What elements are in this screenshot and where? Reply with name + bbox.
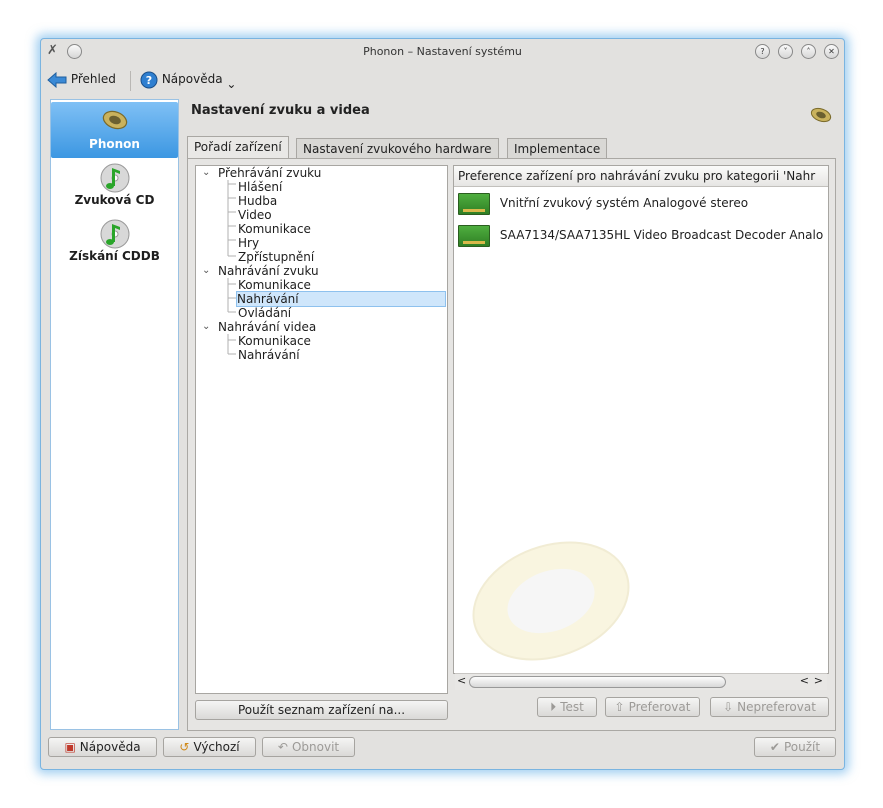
unprefer-button[interactable]: ⇩ Nepreferovat bbox=[710, 697, 829, 717]
sidebar-item-cddb[interactable]: Získání CDDB bbox=[51, 218, 178, 268]
category-sidebar: Phonon Zvuková CD Získání CDDB bbox=[50, 99, 179, 730]
undo-icon: ↶ bbox=[277, 740, 288, 754]
speaker-icon bbox=[102, 110, 127, 130]
defaults-button[interactable]: ↺ Výchozí bbox=[163, 737, 256, 757]
page-title: Nastavení zvuku a videa bbox=[191, 103, 370, 118]
help-button[interactable]: ▣ Nápověda bbox=[48, 737, 157, 757]
check-icon: ✔ bbox=[769, 740, 780, 754]
reset-button[interactable]: ↶ Obnovit bbox=[262, 737, 355, 757]
test-button[interactable]: ⏵ Test bbox=[537, 697, 597, 717]
help-icon: ▣ bbox=[64, 740, 76, 754]
reset-icon: ↺ bbox=[179, 740, 190, 754]
chevron-down-icon: ⌄ bbox=[226, 77, 237, 91]
horizontal-scrollbar[interactable]: < < > bbox=[455, 673, 827, 690]
device-label: SAA7134/SAA7135HL Video Broadcast Decode… bbox=[499, 228, 824, 242]
help-menu-button[interactable]: ? Nápověda ⌄ bbox=[140, 69, 237, 91]
speaker-icon bbox=[810, 107, 832, 123]
scroll-left-icon[interactable]: < bbox=[457, 674, 466, 687]
toolbar: Přehled ? Nápověda ⌄ bbox=[41, 65, 844, 95]
toolbar-separator bbox=[130, 71, 131, 91]
sound-card-icon bbox=[458, 192, 490, 215]
arrow-up-icon: ⇧ bbox=[614, 700, 625, 714]
play-icon: ⏵ bbox=[550, 700, 557, 714]
scroll-left-icon[interactable]: < bbox=[800, 674, 809, 687]
title-bar: ✗ Phonon – Nastavení systému ? ˅ ˄ ✕ bbox=[41, 39, 844, 63]
overview-label: Přehled bbox=[70, 72, 116, 86]
category-tree[interactable]: ⌄ Přehrávání zvuku Hlášení Hudba Video K… bbox=[195, 165, 448, 694]
music-cd-icon bbox=[100, 163, 129, 193]
tree-item[interactable]: Zpřístupnění bbox=[238, 250, 314, 264]
sidebar-item-audio-cd[interactable]: Zvuková CD bbox=[51, 162, 178, 212]
list-item[interactable]: SAA7134/SAA7135HL Video Broadcast Decode… bbox=[458, 224, 824, 247]
sidebar-item-label: Získání CDDB bbox=[69, 249, 160, 263]
tab-audio-hardware[interactable]: Nastavení zvukového hardware bbox=[296, 138, 499, 159]
device-preference-list[interactable]: Preference zařízení pro nahrávání zvuku … bbox=[453, 165, 829, 674]
music-cd-icon bbox=[100, 219, 129, 249]
apply-button[interactable]: ✔ Použít bbox=[754, 737, 836, 757]
question-icon: ? bbox=[140, 71, 158, 88]
sound-card-icon bbox=[458, 224, 490, 247]
apply-device-list-button[interactable]: Použít seznam zařízení na... bbox=[195, 700, 448, 720]
sidebar-item-label: Phonon bbox=[89, 137, 140, 151]
tree-item[interactable]: Komunikace bbox=[238, 334, 311, 348]
scroll-right-icon[interactable]: > bbox=[814, 674, 823, 687]
svg-text:?: ? bbox=[146, 74, 152, 87]
maximize-button[interactable]: ˄ bbox=[801, 44, 816, 59]
sidebar-item-phonon[interactable]: Phonon bbox=[51, 102, 178, 158]
speaker-watermark-icon bbox=[472, 541, 630, 661]
tree-item[interactable]: Komunikace bbox=[238, 222, 311, 236]
device-label: Vnitřní zvukový systém Analogové stereo bbox=[499, 196, 749, 210]
tab-backend[interactable]: Implementace bbox=[507, 138, 608, 159]
tree-lines bbox=[227, 180, 236, 355]
help-icon[interactable]: ? bbox=[755, 44, 770, 59]
column-header[interactable]: Preference zařízení pro nahrávání zvuku … bbox=[454, 166, 828, 187]
arrow-down-icon: ⇩ bbox=[723, 700, 734, 714]
back-arrow-icon bbox=[47, 71, 67, 88]
prefer-button[interactable]: ⇧ Preferovat bbox=[605, 697, 700, 717]
minimize-button[interactable]: ˅ bbox=[778, 44, 793, 59]
tree-item[interactable]: Komunikace bbox=[238, 278, 311, 292]
settings-window: ✗ Phonon – Nastavení systému ? ˅ ˄ ✕ Pře… bbox=[40, 38, 845, 770]
tree-item-selected[interactable]: Nahrávání bbox=[236, 291, 446, 307]
tab-device-order[interactable]: Pořadí zařízení bbox=[187, 136, 289, 160]
list-item[interactable]: Vnitřní zvukový systém Analogové stereo bbox=[458, 192, 749, 215]
sidebar-item-label: Zvuková CD bbox=[74, 193, 155, 207]
overview-button[interactable]: Přehled bbox=[47, 69, 116, 89]
window-title: Phonon – Nastavení systému bbox=[363, 45, 522, 58]
help-label: Nápověda bbox=[161, 72, 223, 86]
scrollbar-thumb[interactable] bbox=[469, 676, 726, 688]
close-button[interactable]: ✕ bbox=[824, 44, 839, 59]
